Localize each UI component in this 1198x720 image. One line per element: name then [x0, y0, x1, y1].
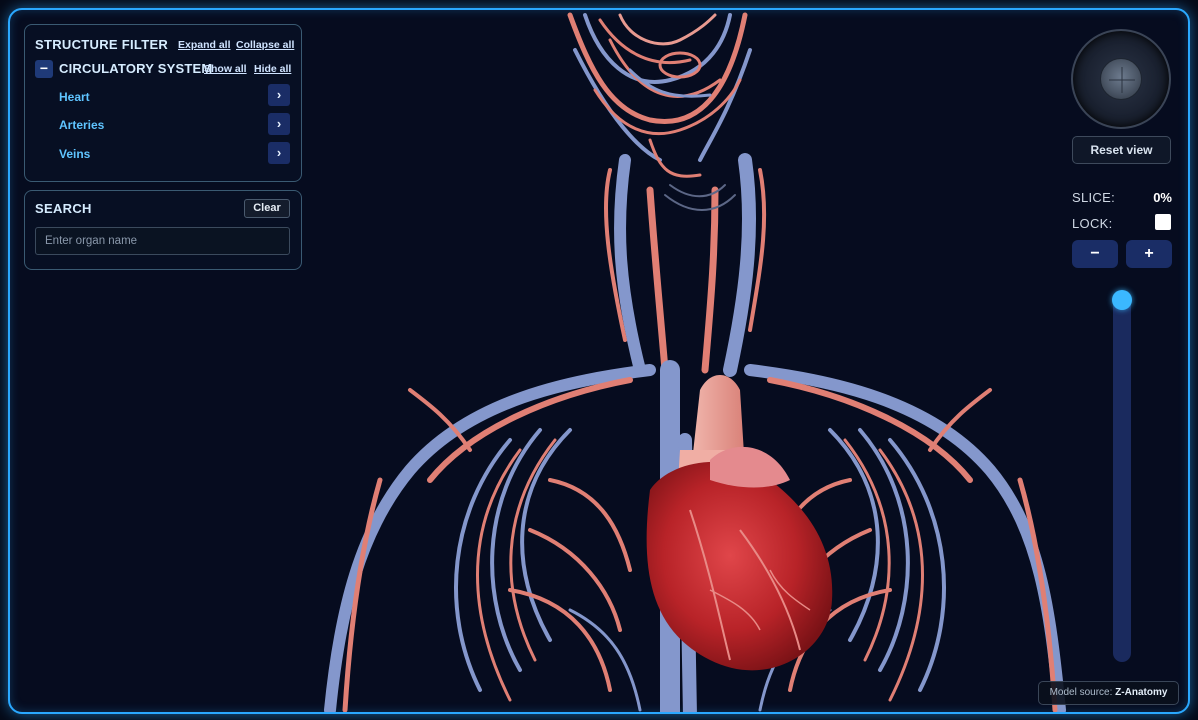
slice-label: SLICE: [1072, 190, 1115, 205]
reset-view-button[interactable]: Reset view [1072, 136, 1171, 164]
arteries-expand-button[interactable]: › [268, 113, 290, 135]
neck-vessels [603, 153, 767, 377]
organ-search-input[interactable] [35, 227, 290, 255]
clear-button[interactable]: Clear [244, 199, 290, 218]
slice-decrease-button[interactable]: − [1072, 240, 1118, 268]
veins-expand-button[interactable]: › [268, 142, 290, 164]
show-all-link[interactable]: Show all [204, 63, 247, 75]
hide-all-link[interactable]: Hide all [254, 63, 291, 75]
tree-item-heart[interactable]: Heart [59, 90, 90, 104]
joystick-knob[interactable] [1100, 58, 1142, 100]
brain-vessels [567, 12, 752, 178]
structure-filter-panel: STRUCTURE FILTER Expand all Collapse all… [24, 24, 302, 182]
slice-increase-button[interactable]: + [1126, 240, 1172, 268]
collapse-all-link[interactable]: Collapse all [236, 39, 294, 51]
structure-filter-title: STRUCTURE FILTER [35, 37, 169, 52]
lock-checkbox[interactable] [1155, 214, 1171, 230]
circulatory-system-title: CIRCULATORY SYSTEM [59, 61, 213, 76]
collapse-system-button[interactable]: − [35, 60, 53, 78]
search-panel: SEARCH Clear [24, 190, 302, 270]
tree-item-veins[interactable]: Veins [59, 147, 90, 161]
crosshair-icon [1109, 67, 1135, 93]
orbit-joystick[interactable] [1071, 29, 1171, 129]
credit-source[interactable]: Z-Anatomy [1115, 687, 1167, 698]
slice-slider-thumb[interactable] [1112, 290, 1132, 310]
app-frame: STRUCTURE FILTER Expand all Collapse all… [0, 0, 1198, 720]
3d-viewport[interactable]: STRUCTURE FILTER Expand all Collapse all… [8, 8, 1190, 714]
lock-label: LOCK: [1072, 216, 1113, 231]
slice-slider-track[interactable] [1113, 292, 1131, 662]
credit-prefix: Model source: [1049, 687, 1116, 698]
heart-expand-button[interactable]: › [268, 84, 290, 106]
model-source-credit: Model source: Z-Anatomy [1038, 681, 1179, 705]
slice-value: 0% [1153, 190, 1172, 205]
search-title: SEARCH [35, 201, 92, 216]
tree-item-arteries[interactable]: Arteries [59, 118, 104, 132]
expand-all-link[interactable]: Expand all [178, 39, 231, 51]
